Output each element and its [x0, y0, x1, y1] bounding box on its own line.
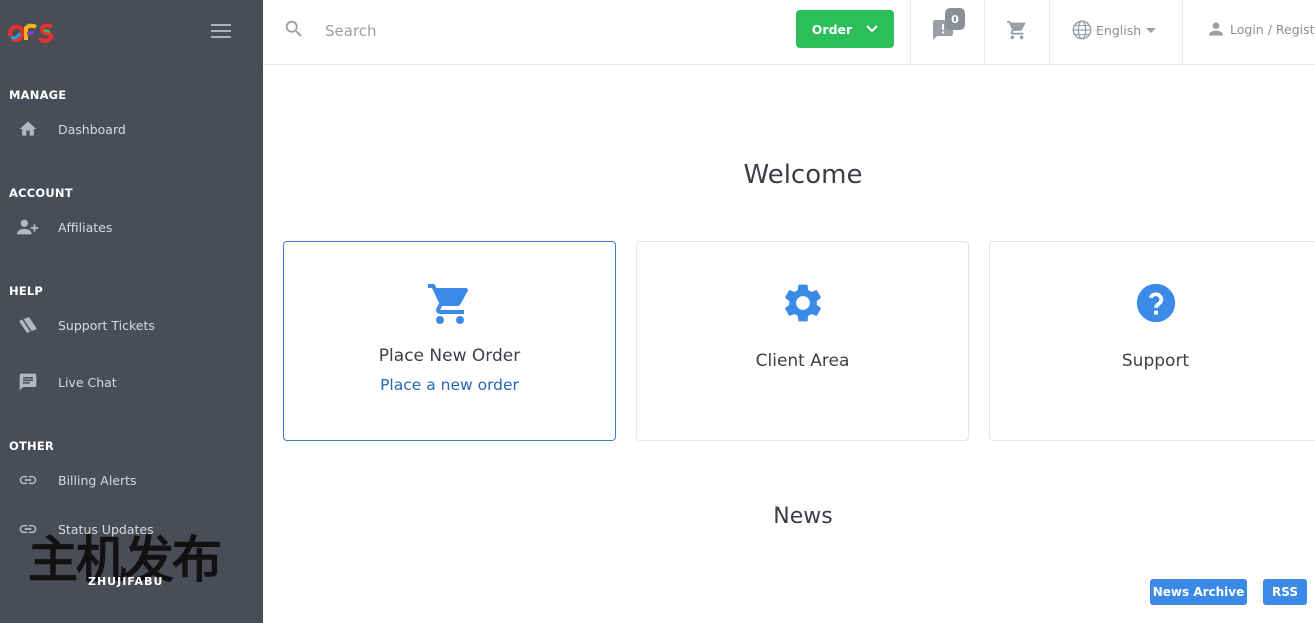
gear-icon: [637, 280, 968, 326]
sidebar-item-live-chat[interactable]: Live Chat: [0, 367, 263, 397]
order-button[interactable]: Order: [796, 10, 894, 48]
login-register-label: Login / Register: [1230, 21, 1315, 37]
user-icon: [1209, 22, 1223, 36]
language-selector[interactable]: English: [1071, 19, 1158, 41]
ticket-icon: [16, 314, 40, 336]
watermark-en-text: ZHUJIFABU: [88, 575, 164, 588]
section-title-help: HELP: [9, 284, 44, 298]
cart-icon: [284, 280, 615, 328]
brand-logo[interactable]: [6, 18, 56, 44]
card-title: Client Area: [755, 351, 850, 371]
sidebar-item-label: Dashboard: [58, 121, 126, 137]
order-button-label: Order: [811, 21, 853, 37]
menu-toggle-icon[interactable]: [209, 20, 233, 40]
card-place-new-order[interactable]: Place New Order Place a new order: [283, 241, 616, 441]
sidebar: MANAGE Dashboard ACCOUNT Affiliates HELP…: [0, 0, 263, 623]
sidebar-item-label: Affiliates: [58, 219, 113, 235]
card-title: Place New Order: [378, 346, 521, 366]
card-subtitle[interactable]: Place a new order: [284, 376, 615, 394]
header-divider: [984, 0, 985, 64]
chat-icon: [16, 371, 40, 393]
add-user-icon: [16, 216, 40, 238]
section-title-other: OTHER: [9, 439, 54, 453]
login-register-link[interactable]: Login / Register: [1206, 19, 1315, 39]
card-client-area[interactable]: Client Area: [636, 241, 969, 441]
sidebar-item-support-tickets[interactable]: Support Tickets: [0, 310, 263, 340]
sidebar-item-label: Support Tickets: [58, 317, 155, 333]
sidebar-item-dashboard[interactable]: Dashboard: [0, 114, 263, 144]
card-title: Support: [1121, 351, 1190, 371]
section-title-account: ACCOUNT: [9, 186, 73, 200]
watermark: 主机发布 ZHUJIFABU: [28, 530, 233, 596]
section-title-manage: MANAGE: [9, 88, 67, 102]
language-label: English: [1096, 22, 1142, 38]
search-input[interactable]: [323, 16, 627, 46]
help-icon: [990, 280, 1315, 326]
search-icon[interactable]: [283, 18, 305, 44]
caret-down-icon: [1146, 28, 1157, 33]
card-support[interactable]: Support: [989, 241, 1315, 441]
header-divider: [1182, 0, 1183, 64]
sidebar-item-billing-alerts[interactable]: Billing Alerts: [0, 465, 263, 495]
globe-icon: [1072, 20, 1092, 40]
news-heading: News: [773, 504, 833, 529]
news-archive-button[interactable]: News Archive: [1150, 579, 1247, 605]
notifications-badge: 0: [945, 8, 965, 30]
sidebar-item-affiliates[interactable]: Affiliates: [0, 212, 263, 242]
top-header: Order 0 English Login / Register: [263, 0, 1315, 65]
cart-icon[interactable]: [1006, 19, 1028, 45]
rss-button[interactable]: RSS: [1263, 579, 1307, 605]
chevron-down-icon: [866, 25, 878, 33]
header-divider: [1049, 0, 1050, 64]
home-icon: [16, 118, 40, 140]
link-icon: [16, 469, 40, 491]
welcome-heading: Welcome: [743, 160, 863, 190]
sidebar-item-label: Billing Alerts: [58, 472, 137, 488]
header-divider: [910, 0, 911, 64]
sidebar-item-label: Live Chat: [58, 374, 117, 390]
